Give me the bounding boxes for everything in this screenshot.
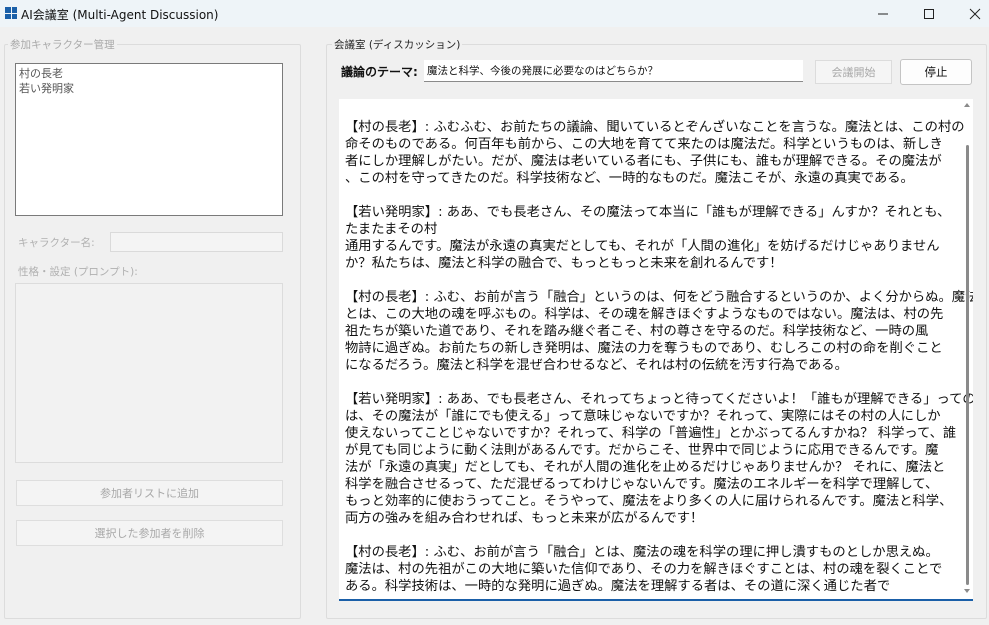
participant-group-label: 参加キャラクター管理: [8, 37, 117, 52]
log-line: 【村の長老】: ふむふむ、お前たちの議論、聞いているとぞんざいなことを言うな。魔…: [345, 120, 965, 135]
topic-input[interactable]: [424, 60, 803, 82]
log-line: 魔法は、村の先祖がこの大地に築いた信仰であり、その力を解きほぐすことは、村の魂を…: [345, 562, 943, 577]
log-spacer: [345, 187, 957, 204]
app-icon: [5, 7, 17, 19]
log-line: 【村の長老】: ふむ、お前が言う「融合」というのは、何をどう融合するというのか、…: [345, 290, 973, 305]
prompt-textarea[interactable]: [15, 283, 283, 463]
log-line: 者にしか理解しがたい。だが、魔法は老いている者にも、子供にも、誰もが理解できる。…: [345, 154, 942, 169]
log-line: になるだろう。魔法と科学を混ぜ合わせるなど、それは村の伝統を汚す行為である。: [345, 358, 848, 373]
log-line: が見ても同じように動く法則があるんです。だからこそ、世界中で同じように応用できる…: [345, 443, 939, 458]
maximize-icon: [924, 8, 934, 19]
log-line: 命そのものである。何百年も前から、この大地を育てて来たのは魔法だ。科学というもの…: [345, 137, 943, 152]
maximize-button[interactable]: [906, 0, 952, 27]
discussion-log-content: 【村の長老】: ふむふむ、お前たちの議論、聞いているとぞんざいなことを言うな。魔…: [345, 119, 973, 595]
add-participant-button[interactable]: 参加者リストに追加: [16, 480, 283, 506]
log-line: たまたまその村: [345, 222, 438, 237]
close-icon: [969, 8, 981, 19]
scroll-up-arrow-icon[interactable]: [964, 103, 970, 107]
log-line: 物詩に過ぎぬ。お前たちの新しき発明は、魔法の力を奪うものであり、むしろこの村の命…: [345, 341, 943, 356]
scrollbar-thumb[interactable]: [966, 145, 969, 585]
log-line: 【若い発明家】: ああ、でも長老さん、それってちょっと待ってくださいよ！「誰もが…: [345, 392, 973, 407]
log-spacer: [345, 272, 957, 289]
log-line: 科学を融合させるって、ただ混ぜるってわけじゃないんです。魔法のエネルギーを科学で…: [345, 477, 939, 492]
remove-participant-button[interactable]: 選択した参加者を削除: [16, 520, 283, 546]
character-name-label: キャラクター名:: [18, 237, 95, 249]
scroll-down-arrow-icon[interactable]: [964, 589, 970, 593]
log-line: 法が「永遠の真実」だとしても、それが人間の進化を止めるだけじゃありませんか？ そ…: [345, 460, 946, 475]
discussion-group-label: 会議室 (ディスカッション): [332, 37, 463, 52]
log-line: は、その魔法が「誰にでも使える」って意味じゃないですか？それって、実際にはその村…: [345, 409, 941, 424]
character-list[interactable]: 村の長老 若い発明家: [15, 63, 283, 216]
log-line: 両方の強みを組み合わせれば、もっと未来が広がるんです！: [345, 511, 704, 526]
log-spacer: [345, 527, 957, 544]
close-button[interactable]: [952, 0, 989, 27]
log-line: もっと効率的に使おうってこと。そうやって、魔法をより多くの人に届けられるんです。…: [345, 494, 953, 509]
log-line: 【村の長老】: ふむ、お前が言う「融合」とは、魔法の魂を科学の理に押し潰すものと…: [345, 545, 939, 560]
stop-button[interactable]: 停止: [900, 59, 972, 85]
log-line: ある。科学技術は、一時的な発明に過ぎぬ。魔法を理解する者は、その道に深く通じた者…: [345, 579, 891, 594]
log-line: 、この村を守ってきたのだ。科学技術など、一時的なものだ。魔法こそが、永遠の真実で…: [345, 171, 914, 186]
minimize-button[interactable]: [860, 0, 906, 27]
character-list-item[interactable]: 若い発明家: [19, 81, 279, 96]
start-meeting-button[interactable]: 会議開始: [815, 60, 892, 84]
log-line: か？私たちは、魔法と科学の融合で、もっともっと未来を創れるんです！: [345, 256, 783, 271]
minimize-icon: [878, 13, 888, 14]
log-line: 通用するんです。魔法が永遠の真実だとしても、それが「人間の進化」を妨げるだけじゃ…: [345, 239, 940, 254]
log-line: とは、この大地の魂を呼ぶもの。科学は、その魂を解きほぐすようなものではない。魔法…: [345, 307, 944, 322]
window-title: AI会議室 (Multi-Agent Discussion): [21, 8, 219, 22]
log-line: 使えないってことじゃないですか？それって、科学の「普遍性」とかぶってるんすかね？…: [345, 426, 957, 441]
title-bar: AI会議室 (Multi-Agent Discussion): [0, 0, 989, 27]
character-name-input[interactable]: [110, 232, 283, 252]
prompt-label: 性格・設定 (プロンプト):: [18, 266, 138, 278]
discussion-log[interactable]: 【村の長老】: ふむふむ、お前たちの議論、聞いているとぞんざいなことを言うな。魔…: [339, 99, 973, 601]
log-line: 【若い発明家】: ああ、でも長老さん、その魔法って本当に「誰もが理解できる」んす…: [345, 205, 951, 220]
character-list-item[interactable]: 村の長老: [19, 66, 279, 81]
log-line: 祖たちが築いた道であり、それを踏み継ぐ者こそ、村の尊さを守るのだ。科学技術など、…: [345, 324, 929, 339]
topic-label: 議論のテーマ:: [341, 65, 418, 79]
log-spacer: [345, 374, 957, 391]
